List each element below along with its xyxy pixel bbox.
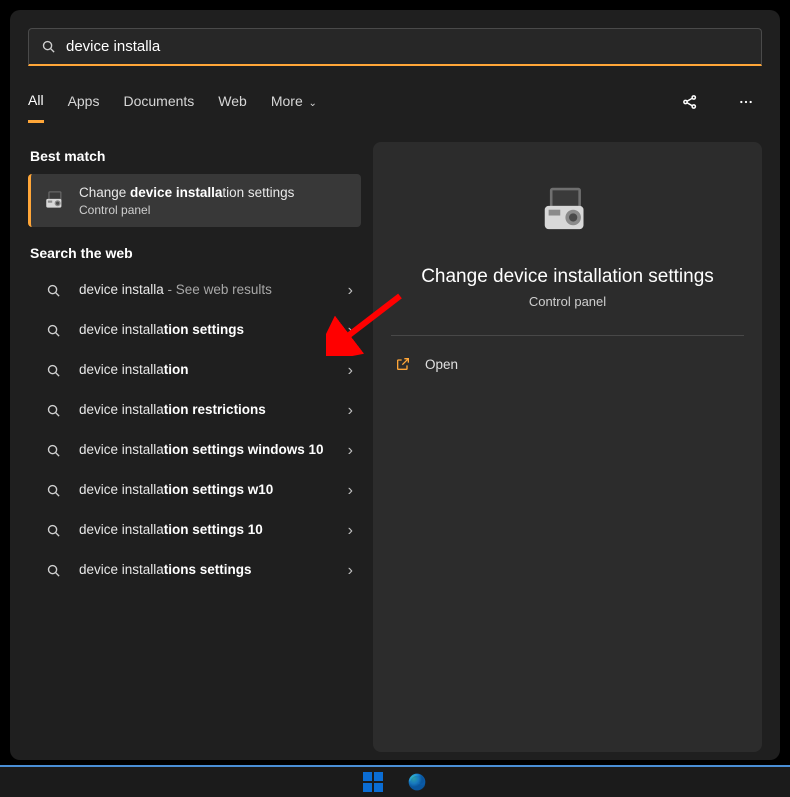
best-match-subtitle: Control panel	[79, 203, 294, 217]
share-icon[interactable]	[674, 86, 706, 118]
tab-more[interactable]: More ⌄	[271, 93, 317, 121]
search-input[interactable]	[66, 38, 749, 55]
web-results-list: device installa - See web results›device…	[28, 271, 361, 591]
chevron-right-icon: ›	[348, 482, 353, 500]
search-icon	[46, 483, 61, 498]
search-icon	[46, 403, 61, 418]
search-icon	[46, 443, 61, 458]
best-match-title: Change device installation settings	[79, 184, 294, 203]
web-result-item[interactable]: device installation restrictions ›	[28, 391, 361, 431]
taskbar	[0, 767, 790, 797]
web-result-text: device installations settings	[79, 562, 342, 579]
divider	[391, 335, 744, 336]
chevron-right-icon: ›	[348, 362, 353, 380]
filter-tabs: All Apps Documents Web More ⌄	[28, 86, 762, 128]
search-icon	[46, 283, 61, 298]
web-result-item[interactable]: device installa - See web results ›	[28, 271, 361, 311]
chevron-right-icon: ›	[348, 402, 353, 420]
open-external-icon	[395, 356, 411, 372]
web-result-item[interactable]: device installation settings windows 10 ›	[28, 431, 361, 471]
web-result-text: device installation settings 10	[79, 522, 342, 539]
chevron-right-icon: ›	[348, 562, 353, 580]
chevron-right-icon: ›	[348, 442, 353, 460]
chevron-down-icon: ⌄	[306, 98, 317, 109]
web-result-item[interactable]: device installation settings 10 ›	[28, 511, 361, 551]
tab-all[interactable]: All	[28, 92, 44, 123]
search-box[interactable]	[28, 28, 762, 66]
start-button[interactable]	[362, 771, 384, 793]
web-result-text: device installation settings w10	[79, 482, 342, 499]
best-match-heading: Best match	[30, 148, 361, 164]
edge-button[interactable]	[406, 771, 428, 793]
search-icon	[46, 363, 61, 378]
web-result-item[interactable]: device installation settings w10 ›	[28, 471, 361, 511]
tab-documents[interactable]: Documents	[123, 93, 194, 121]
chevron-right-icon: ›	[348, 322, 353, 340]
web-result-text: device installation restrictions	[79, 402, 342, 419]
chevron-right-icon: ›	[348, 282, 353, 300]
best-match-result[interactable]: Change device installation settings Cont…	[28, 174, 361, 227]
start-search-panel: All Apps Documents Web More ⌄ Best match	[10, 10, 780, 760]
preview-subtitle: Control panel	[391, 294, 744, 309]
web-result-item[interactable]: device installation ›	[28, 351, 361, 391]
search-web-heading: Search the web	[30, 245, 361, 261]
chevron-right-icon: ›	[348, 522, 353, 540]
search-icon	[46, 523, 61, 538]
device-install-icon	[43, 187, 69, 213]
web-result-text: device installation settings	[79, 322, 342, 339]
preview-icon	[391, 180, 744, 242]
more-icon[interactable]	[730, 86, 762, 118]
web-result-text: device installation	[79, 362, 342, 379]
preview-pane: Change device installation settings Cont…	[373, 142, 762, 752]
search-icon	[46, 323, 61, 338]
web-result-item[interactable]: device installations settings ›	[28, 551, 361, 591]
search-icon	[46, 563, 61, 578]
web-result-text: device installation settings windows 10	[79, 442, 342, 459]
web-result-item[interactable]: device installation settings ›	[28, 311, 361, 351]
search-icon	[41, 39, 56, 54]
open-action[interactable]: Open	[391, 348, 744, 380]
open-label: Open	[425, 357, 458, 372]
tab-web[interactable]: Web	[218, 93, 247, 121]
web-result-text: device installa - See web results	[79, 282, 342, 299]
preview-title: Change device installation settings	[391, 266, 744, 288]
results-left-column: Best match Change device installation se…	[28, 142, 361, 752]
tab-apps[interactable]: Apps	[68, 93, 100, 121]
